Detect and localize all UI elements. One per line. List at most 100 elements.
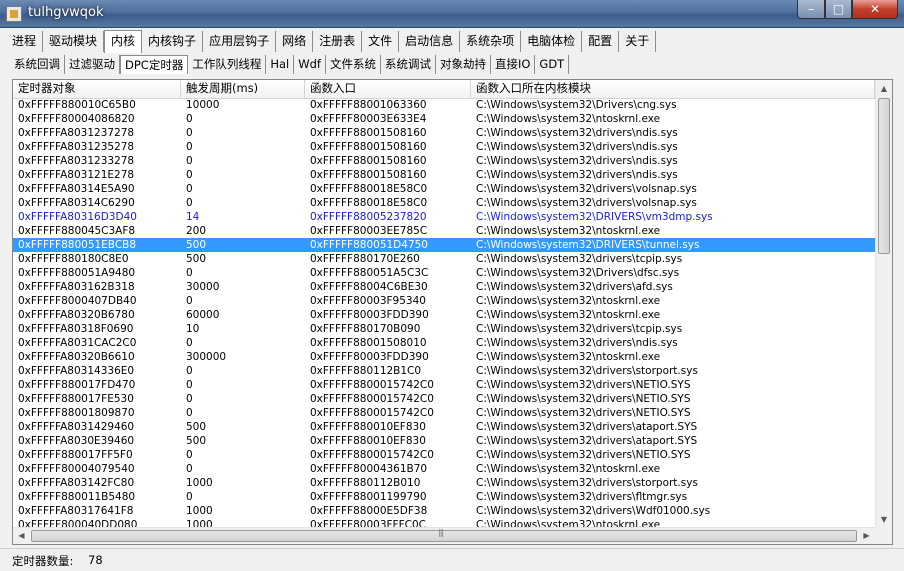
table-row[interactable]: 0xFFFFFA803162B318 30000 0xFFFFF88004C6BE3… [13,280,875,294]
table-row[interactable]: 0xFFFFF880010C65B0 10000 0xFFFFF8800106336… [13,98,875,112]
table-row[interactable]: 0xFFFFF880180C8E0 500 0xFFFFF880170E260 C:\… [13,252,875,266]
tab-main-0[interactable]: 进程 [6,31,44,52]
tab-main-9[interactable]: 系统杂项 [460,31,522,52]
table-cell: 0xFFFFF880051A5C3C [310,267,429,279]
table-row[interactable]: 0xFFFFFA80317641F8 1000 0xFFFFF88000E5DF38… [13,504,875,518]
table-row[interactable]: 0xFFFFFA8031429460 500 0xFFFFF880010EF830 C… [13,420,875,434]
tab-main-10[interactable]: 电脑体检 [521,31,583,52]
tab-sub-7[interactable]: 系统调试 [381,55,436,74]
table-row[interactable]: 0xFFFFFA8031237278 0 0xFFFFF88001508160 C:\… [13,126,875,140]
scroll-left-arrow-icon[interactable]: ◀ [13,528,30,544]
table-cell: C:\Windows\system32\drivers\ndis.sys [476,127,678,139]
tab-main-4[interactable]: 应用层钩子 [203,31,277,52]
tab-sub-0[interactable]: 系统回调 [10,55,65,74]
table-cell: 0xFFFFF88001063360 [310,99,427,111]
minimize-button[interactable]: – [797,0,825,19]
table-row[interactable]: 0xFFFFF880051EBCB8 500 0xFFFFF880051D4750 C… [13,238,875,252]
table-cell: 0xFFFFFA80314336E0 [18,365,135,377]
table-cell: C:\Windows\system32\drivers\storport.sys [476,477,698,489]
table-row[interactable]: 0xFFFFFA803121E278 0 0xFFFFF88001508160 C:\… [13,168,875,182]
table-cell: 0xFFFFF880010C65B0 [18,99,136,111]
table-row[interactable]: 0xFFFFF80004086820 0 0xFFFFF80003E633E4 C:\… [13,112,875,126]
column-header-2[interactable]: 函数入口 [305,80,471,98]
tab-main-1[interactable]: 驱动模块 [43,31,105,52]
table-cell: 0xFFFFFA8031429460 [18,421,135,433]
table-cell: C:\Windows\system32\Drivers\dfsc.sys [476,267,680,279]
tab-main-8[interactable]: 启动信息 [399,31,461,52]
table-row[interactable]: 0xFFFFF880011B5480 0 0xFFFFF88001199790 C:\… [13,490,875,504]
table-row[interactable]: 0xFFFFF880051A9480 0 0xFFFFF880051A5C3C C:\… [13,266,875,280]
tab-main-11[interactable]: 配置 [582,31,620,52]
tab-sub-9[interactable]: 直接IO [491,55,536,74]
table-cell: 0 [186,407,193,419]
maximize-button[interactable]: □ [825,0,852,19]
table-row[interactable]: 0xFFFFF880017FF5F0 0 0xFFFFF8800015742C0 C:… [13,448,875,462]
table-cell: C:\Windows\system32\drivers\NETIO.SYS [476,393,691,405]
tab-main-5[interactable]: 网络 [276,31,314,52]
tab-main-2[interactable]: 内核 [104,30,143,53]
table-cell: 0xFFFFF88001508010 [310,337,427,349]
close-button[interactable]: ✕ [852,0,898,19]
vertical-scrollbar[interactable]: ▲ ▼ [875,80,892,528]
tab-sub-5[interactable]: Wdf [294,55,326,74]
scroll-up-arrow-icon[interactable]: ▲ [876,80,892,97]
title-bar: tulhgvwqok – □ ✕ [0,0,904,28]
tab-sub-2[interactable]: DPC定时器 [120,55,189,74]
table-cell: 0xFFFFF880051A9480 [18,267,136,279]
table-cell: 0xFFFFFA803142FC80 [18,477,135,489]
tab-sub-8[interactable]: 对象劫持 [436,55,491,74]
table-cell: 0 [186,393,193,405]
column-header-1[interactable]: 触发周期(ms) [181,80,305,98]
tab-main-12[interactable]: 关于 [619,31,657,52]
column-header-3[interactable]: 函数入口所在内核模块 [471,80,875,98]
table-cell: 0xFFFFF880018E58C0 [310,197,428,209]
table-cell: C:\Windows\system32\drivers\ndis.sys [476,169,678,181]
tab-sub-4[interactable]: Hal [266,55,295,74]
table-row[interactable]: 0xFFFFFA80320B6780 60000 0xFFFFF80003FDD39… [13,308,875,322]
table-row[interactable]: 0xFFFFF80004079540 0 0xFFFFF80004361B70 C:\… [13,462,875,476]
table-row[interactable]: 0xFFFFF88001809870 0 0xFFFFF8800015742C0 C:… [13,406,875,420]
main-tab-bar: 进程 驱动模块 内核 内核钩子 应用层钩子 网络 注册表 文件 启动信息 系统杂项 电脑体检 配置 关于 [6,30,657,53]
table-row[interactable]: 0xFFFFF880017FD470 0 0xFFFFF8800015742C0 C:… [13,378,875,392]
table-row[interactable]: 0xFFFFFA80314336E0 0 0xFFFFF880112B1C0 C:\W… [13,364,875,378]
tab-sub-10[interactable]: GDT [535,55,570,74]
table-cell: 0xFFFFF880017FE530 [18,393,134,405]
column-header-0[interactable]: 定时器对象 [13,80,181,98]
table-cell: C:\Windows\system32\drivers\Wdf01000.sys [476,505,711,517]
table-cell: 0xFFFFF8000407DB40 [18,295,137,307]
table-row[interactable]: 0xFFFFF880017FE530 0 0xFFFFF8800015742C0 C:… [13,392,875,406]
table-row[interactable]: 0xFFFFFA80314C6290 0 0xFFFFF880018E58C0 C:\… [13,196,875,210]
horizontal-scrollbar[interactable]: ◀ ▶ [13,527,875,544]
table-cell: 0xFFFFF80004079540 [18,463,135,475]
table-row[interactable]: 0xFFFFFA803142FC80 1000 0xFFFFF880112B010 C… [13,476,875,490]
table-cell: C:\Windows\system32\drivers\afd.sys [476,281,673,293]
tab-sub-1[interactable]: 过滤驱动 [65,55,120,74]
scroll-down-arrow-icon[interactable]: ▼ [876,511,892,528]
table-cell: 0xFFFFFA80317641F8 [18,505,134,517]
table-row[interactable]: 0xFFFFFA80316D3D40 14 0xFFFFF88005237820 C:… [13,210,875,224]
table-row[interactable]: 0xFFFFFA80314E5A90 0 0xFFFFF880018E58C0 C:\… [13,182,875,196]
table-cell: C:\Windows\system32\drivers\ndis.sys [476,155,678,167]
vertical-scroll-thumb[interactable] [878,98,890,254]
table-cell: C:\Windows\system32\ntoskrnl.exe [476,309,661,321]
sub-tab-bar: 系统回调 过滤驱动 DPC定时器 工作队列线程 Hal Wdf 文件系统 系统调试 对象劫持 直接… [10,55,570,75]
table-row[interactable]: 0xFFFFF880045C3AF8 200 0xFFFFF80003EE785C C… [13,224,875,238]
horizontal-scroll-thumb[interactable] [31,528,857,542]
table-row[interactable]: 0xFFFFF8000407DB40 0 0xFFFFF80003F95340 C:\… [13,294,875,308]
scroll-right-arrow-icon[interactable]: ▶ [858,528,875,544]
table-row[interactable]: 0xFFFFFA8031CAC2C0 0 0xFFFFF88001508010 C:\… [13,336,875,350]
table-row[interactable]: 0xFFFFFA8031233278 0 0xFFFFF88001508160 C:\… [13,154,875,168]
table-row[interactable]: 0xFFFFFA8031235278 0 0xFFFFF88001508160 C:\… [13,140,875,154]
tab-main-6[interactable]: 注册表 [313,31,363,52]
tab-main-3[interactable]: 内核钩子 [142,31,204,52]
table-cell: 0xFFFFF880010EF830 [310,435,426,447]
tab-sub-3[interactable]: 工作队列线程 [188,55,267,74]
table-cell: C:\Windows\system32\ntoskrnl.exe [476,351,661,363]
table-row[interactable]: 0xFFFFFA80318F0690 10 0xFFFFF880170B090 C:\… [13,322,875,336]
tab-sub-6[interactable]: 文件系统 [326,55,381,74]
tab-main-7[interactable]: 文件 [362,31,400,52]
table-row[interactable]: 0xFFFFFA8030E39460 500 0xFFFFF880010EF830 C… [13,434,875,448]
table-row[interactable]: 0xFFFFFA80320B6610 300000 0xFFFFF80003FDD3… [13,350,875,364]
dpc-timer-list: 定时器对象 触发周期(ms) 函数入口 函数入口所在内核模块 0xFFFFF88001… [12,79,893,545]
table-cell: C:\Windows\system32\ntoskrnl.exe [476,295,661,307]
